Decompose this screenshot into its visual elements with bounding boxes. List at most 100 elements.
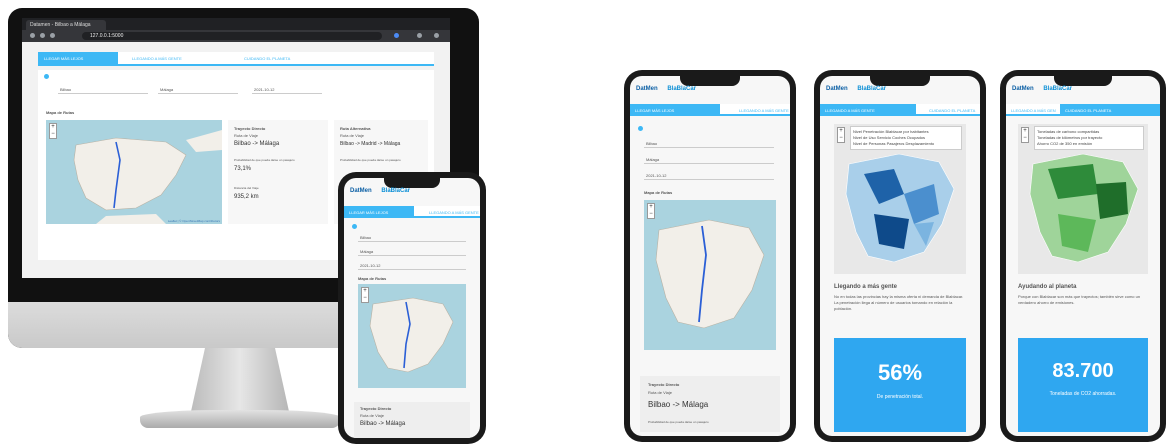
logo-datmen: DatMen: [826, 86, 848, 92]
monitor-base: [140, 410, 340, 428]
phone-small-tabs: LLEGAR MÁS LEJOS LLEGANDO A MÁS GENTE: [344, 206, 480, 218]
phone-logos: DatMen BlaBlaCar: [350, 188, 418, 194]
phone-notch: [870, 76, 930, 86]
destination-select[interactable]: Málaga: [158, 84, 238, 94]
section-body: No en todas las provincias hay la misma …: [834, 294, 964, 311]
section-heading: Ayudando al planeta: [1018, 284, 1077, 290]
zoom-controls[interactable]: + −: [361, 287, 369, 303]
map-title: Mapa de Rutas: [644, 190, 673, 195]
map-attribution[interactable]: Leaflet | © OpenStreetMap contributors: [168, 219, 220, 223]
layer-legend[interactable]: Nivel Penetración Blablacar por habitant…: [850, 126, 962, 150]
france-land: [186, 130, 222, 152]
direct-title: Trayecto Directo: [360, 406, 392, 411]
probability-label: Probabilidad de que pueda darse un pasaj…: [648, 420, 709, 424]
logo-blablacar: BlaBlaCar: [1043, 86, 1073, 92]
destination-select[interactable]: Málaga: [644, 154, 774, 164]
info-dot-icon: [638, 126, 643, 131]
zoom-controls[interactable]: + −: [49, 123, 57, 139]
origin-select[interactable]: Bilbao: [644, 138, 774, 148]
back-icon[interactable]: [30, 33, 35, 38]
direct-route: Bilbao -> Málaga: [360, 421, 406, 427]
map-svg: [369, 297, 454, 373]
browser-tab[interactable]: Datamen - Bilbao a Málaga: [26, 20, 106, 30]
phone-tabs: LLEGANDO A MÁS GENTE CUIDANDO EL PLANETA: [1006, 104, 1160, 116]
tab-llegar-mas-lejos[interactable]: LLEGAR MÁS LEJOS: [344, 206, 414, 218]
phone-right-3-screen: DatMen BlaBlaCar LLEGANDO A MÁS GENTE CU…: [1006, 76, 1160, 436]
stat-label: De penetración total.: [876, 394, 924, 400]
tab-llegar-mas-lejos[interactable]: LLEGAR MÁS LEJOS: [630, 104, 720, 116]
phone-tabs: LLEGANDO A MÁS GENTE CUIDANDO EL PLANETA: [820, 104, 980, 116]
phone-logos: DatMen BlaBlaCar: [826, 86, 894, 92]
menu-icon[interactable]: [434, 33, 439, 38]
layer-legend[interactable]: Toneladas de carbono compartidas Tonelad…: [1034, 126, 1144, 150]
phone-notch: [384, 178, 440, 188]
phone-logos: DatMen BlaBlaCar: [1012, 86, 1080, 92]
province-top: [874, 214, 909, 249]
direct-subtitle: Ruta de Viaje: [234, 133, 258, 138]
zoom-controls[interactable]: + −: [647, 203, 655, 219]
tab-llegando-mas-gente[interactable]: LLEGANDO A MÁS GENTE: [1006, 104, 1056, 116]
probability-label: Probabilidad de que pueda darse un pasaj…: [234, 158, 295, 162]
tab-cuidando-planeta[interactable]: CUIDANDO EL PLANETA: [924, 104, 980, 116]
route-map[interactable]: + −: [358, 284, 466, 388]
forward-icon[interactable]: [40, 33, 45, 38]
choropleth-map[interactable]: + − Toneladas de carbono compartidas Tone…: [1018, 124, 1148, 274]
penetration-stat: 56% De penetración total.: [834, 338, 966, 432]
browser-titlebar: Datamen - Bilbao a Málaga: [22, 18, 450, 30]
alt-subtitle: Ruta de Viaje: [340, 133, 364, 138]
tab-cuidando-planeta[interactable]: CUIDANDO EL PLANETA: [1060, 104, 1160, 116]
probability-value: 73,1%: [234, 166, 252, 172]
origin-select[interactable]: Bilbao: [358, 232, 466, 242]
distance-label: Distancia del Viaje: [234, 186, 259, 190]
direct-route: Bilbao -> Málaga: [234, 141, 280, 147]
legend-item[interactable]: Ahorro CO2 de 350 en emisión: [1037, 141, 1141, 147]
logo-datmen: DatMen: [1012, 86, 1034, 92]
direct-title: Trayecto Directo: [234, 126, 266, 131]
tab-llegando-mas-gente[interactable]: LLEGANDO A MÁS GENTE: [126, 52, 216, 64]
app-tabs: LLEGAR MÁS LEJOS LLEGANDO A MÁS GENTE CU…: [38, 52, 434, 66]
direct-subtitle: Ruta de Viaje: [360, 413, 384, 418]
monitor-stand: [190, 348, 290, 416]
phone-logos: DatMen BlaBlaCar: [636, 86, 704, 92]
direct-route-card: Trayecto Directo Ruta de Viaje Bilbao ->…: [640, 376, 780, 432]
destination-select[interactable]: Málaga: [358, 246, 466, 256]
legend-item[interactable]: Nivel de Personas Pasajeros Desplazamien…: [853, 141, 959, 147]
route-map[interactable]: + − Leaflet | © OpenStreetMap contributor…: [46, 120, 222, 224]
choropleth-map[interactable]: + − Nivel Penetración Blablacar por habit…: [834, 124, 966, 274]
tab-llegando-mas-gente[interactable]: LLEGANDO A MÁS GENTE: [424, 206, 480, 218]
origin-select[interactable]: Bilbao: [58, 84, 148, 94]
date-input[interactable]: 2021-10-12: [252, 84, 322, 94]
africa-land: [96, 214, 166, 224]
distance-value: 935,2 km: [234, 194, 259, 200]
alt-route: Bilbao -> Madrid -> Málaga: [340, 141, 401, 147]
tab-llegar-mas-lejos[interactable]: LLEGAR MÁS LEJOS: [38, 52, 118, 64]
direct-route-card: Trayecto Directo Ruta de Viaje Bilbao ->…: [228, 120, 328, 224]
profile-icon[interactable]: [417, 33, 422, 38]
zoom-controls[interactable]: + −: [837, 127, 845, 143]
direct-route: Bilbao -> Málaga: [648, 400, 709, 409]
date-input[interactable]: 2021-10-12: [644, 170, 774, 180]
logo-blablacar: BlaBlaCar: [857, 86, 887, 92]
logo-datmen: DatMen: [350, 188, 372, 194]
route-map[interactable]: + −: [644, 200, 776, 350]
tab-cuidando-planeta[interactable]: CUIDANDO EL PLANETA: [238, 52, 328, 64]
tab-llegando-mas-gente[interactable]: LLEGANDO A MÁS GENTE: [734, 104, 790, 116]
section-heading: Llegando a más gente: [834, 284, 898, 290]
phone-tabs: LLEGAR MÁS LEJOS LLEGANDO A MÁS GENTE: [630, 104, 790, 116]
map-svg: [73, 130, 222, 224]
phone-notch: [680, 76, 740, 86]
alt-title: Ruta Alternativa: [340, 126, 371, 131]
date-input[interactable]: 2021-10-12: [358, 260, 466, 270]
reload-icon[interactable]: [50, 33, 55, 38]
zoom-controls[interactable]: + −: [1021, 127, 1029, 143]
address-bar[interactable]: 127.0.0.1:5000: [82, 32, 382, 40]
info-dot-icon: [44, 74, 49, 79]
map-svg: [655, 219, 765, 329]
phone-right-3: DatMen BlaBlaCar LLEGANDO A MÁS GENTE CU…: [1000, 70, 1166, 442]
stat-value: 83.700: [1052, 360, 1114, 382]
map-title: Mapa de Rutas: [358, 276, 387, 281]
section-body: Porque con Blablacar son más que trayect…: [1018, 294, 1141, 305]
extension-icon[interactable]: [394, 33, 399, 38]
info-dot-icon: [352, 224, 357, 229]
tab-llegando-mas-gente[interactable]: LLEGANDO A MÁS GENTE: [820, 104, 916, 116]
